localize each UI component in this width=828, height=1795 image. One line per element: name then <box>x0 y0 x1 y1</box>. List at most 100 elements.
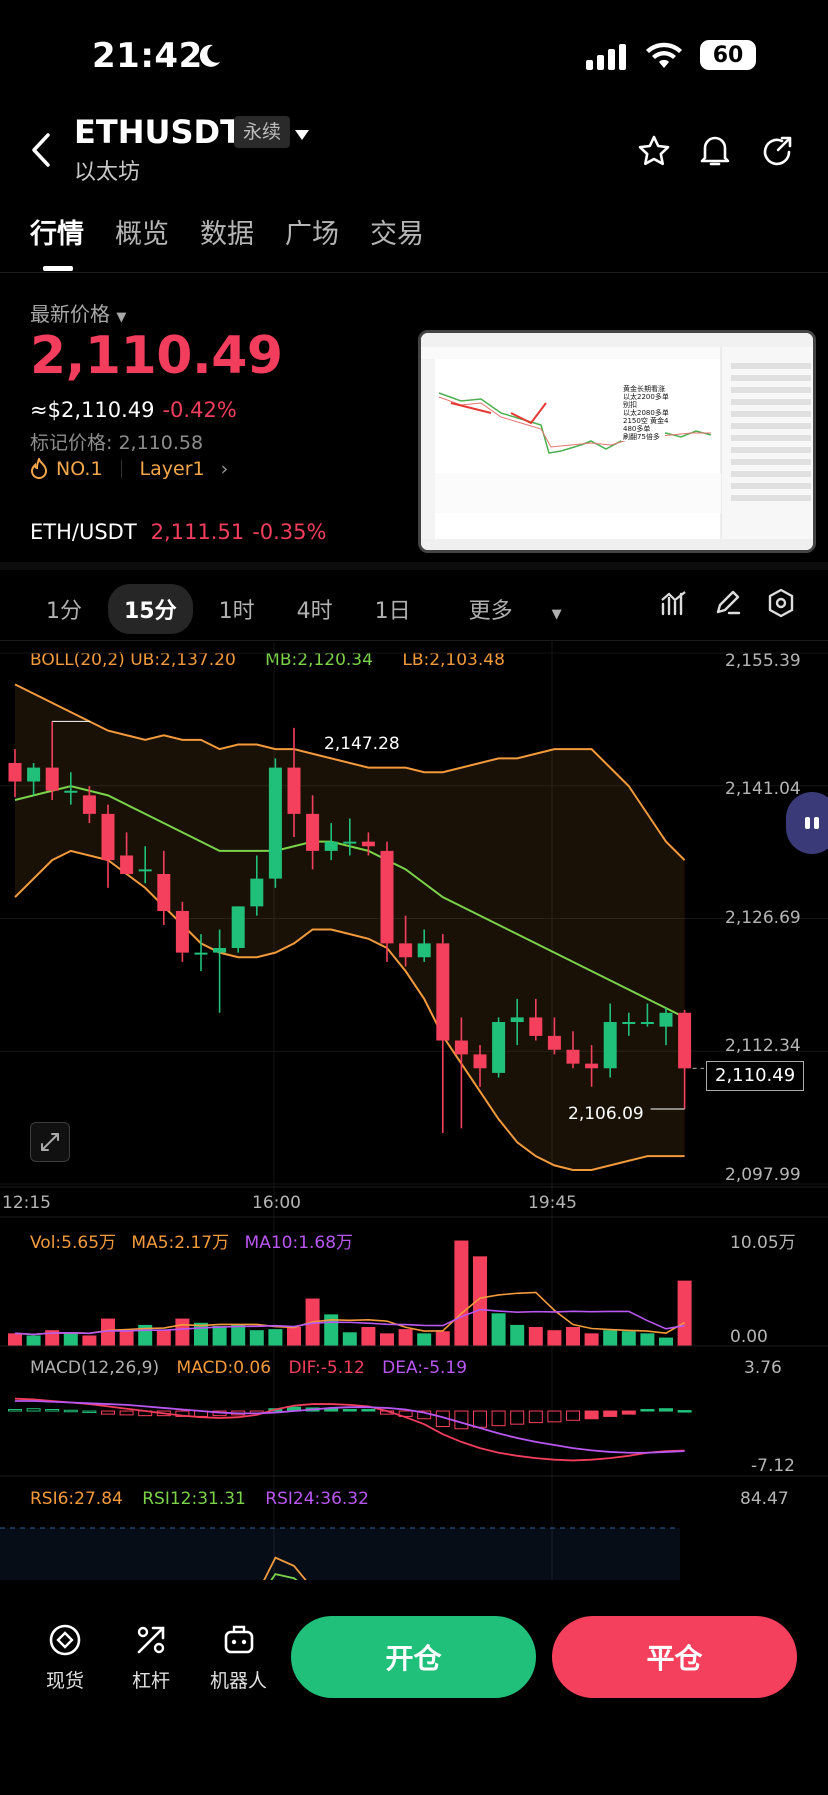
volume-bar <box>361 1327 376 1346</box>
candle-body <box>399 943 413 958</box>
draw-pencil-icon[interactable] <box>714 588 742 620</box>
usd-price: ≈$2,110.49 <box>30 398 155 422</box>
candle-body <box>120 855 134 875</box>
rank-row[interactable]: NO.1 Layer1 › <box>30 458 228 480</box>
tab-market[interactable]: 行情 <box>30 212 84 251</box>
price-chart[interactable] <box>0 640 828 1580</box>
pair-name: ETH/USDT <box>30 520 137 544</box>
macd-value: MACD:0.06 <box>176 1358 272 1378</box>
pip-note: 2150空 黄金4 <box>623 416 669 425</box>
volume-bar <box>603 1330 618 1346</box>
candle-body <box>492 1022 506 1073</box>
volume-bar <box>82 1335 97 1346</box>
fullscreen-button[interactable] <box>30 1122 70 1162</box>
spot-label: 现货 <box>46 1670 85 1692</box>
candle-body <box>510 1017 524 1023</box>
candle-body <box>361 841 375 847</box>
macd-hist-bar <box>101 1410 115 1415</box>
macd-hist-bar <box>342 1408 357 1412</box>
candle-body <box>566 1049 580 1064</box>
vol-axis-bottom: 0.00 <box>730 1327 768 1347</box>
share-icon[interactable] <box>760 134 794 172</box>
candle-body <box>45 767 59 791</box>
volume-bar <box>677 1280 692 1346</box>
battery-indicator: 60 <box>700 40 756 70</box>
leverage-button[interactable]: 杠杆 <box>132 1622 170 1693</box>
macd-hist-bar <box>45 1408 60 1412</box>
candle-body <box>101 813 115 861</box>
moon-icon <box>196 42 222 72</box>
section-divider <box>0 562 828 570</box>
symbol-title[interactable]: ETHUSDT <box>74 113 242 151</box>
candle-body <box>138 869 152 872</box>
open-position-button[interactable]: 开仓 <box>291 1616 536 1698</box>
volume-bar <box>528 1327 543 1346</box>
macd-hist-bar <box>361 1408 376 1412</box>
rank-divider <box>120 460 122 478</box>
back-icon[interactable] <box>30 132 52 172</box>
bell-icon[interactable] <box>699 132 731 172</box>
volume-legend: Vol:5.65万 MA5:2.17万 MA10:1.68万 <box>30 1228 353 1253</box>
volume-bar <box>491 1313 506 1346</box>
star-icon[interactable] <box>637 134 671 172</box>
bot-button[interactable]: 机器人 <box>210 1622 267 1693</box>
x-tick: 19:45 <box>528 1193 577 1213</box>
usd-price-line: ≈$2,110.49 -0.42% <box>30 398 237 422</box>
header-divider <box>0 272 828 273</box>
signal-icon <box>586 44 630 74</box>
robot-icon <box>224 1625 253 1654</box>
main-tabs: 行情 概览 数据 广场 交易 <box>30 212 424 251</box>
macd-hist-bar <box>677 1410 692 1413</box>
pip-chart-thumbnail[interactable]: 黄金长期看涨 以太2200多单 别扣 以太2080多单 2150空 黄金4 48… <box>418 330 816 553</box>
rsi-axis-top: 84.47 <box>740 1489 789 1509</box>
candle-body <box>8 762 22 782</box>
macd-hist-bar <box>566 1410 580 1421</box>
candle-body <box>306 813 320 851</box>
interval-more[interactable]: 更多 ▼ <box>437 584 594 634</box>
y-tick: 2,097.99 <box>725 1165 801 1185</box>
candle-body <box>175 911 189 953</box>
candle-body <box>473 1054 487 1069</box>
interval-4h[interactable]: 4时 <box>281 584 349 634</box>
macd-hist-bar <box>603 1410 618 1417</box>
x-tick: 12:15 <box>2 1193 51 1213</box>
tab-square[interactable]: 广场 <box>285 212 339 251</box>
pip-note: 刷翻75倍多 <box>623 432 660 441</box>
chevron-down-icon[interactable] <box>294 126 310 145</box>
volume-bar <box>8 1333 22 1346</box>
close-position-button[interactable]: 平仓 <box>552 1616 797 1698</box>
flame-icon <box>30 458 48 479</box>
tab-overview[interactable]: 概览 <box>115 212 169 251</box>
macd-hist-bar <box>454 1410 469 1430</box>
macd-hist-bar <box>119 1410 134 1416</box>
indicator-icon[interactable] <box>660 590 688 620</box>
tab-trade[interactable]: 交易 <box>370 212 424 251</box>
interval-15m[interactable]: 15分 <box>108 584 193 634</box>
latest-price-label[interactable]: 最新价格 ▼ <box>30 298 126 327</box>
candle-body <box>585 1063 599 1069</box>
spot-button[interactable]: 现货 <box>46 1622 84 1693</box>
volume-bar <box>119 1331 134 1346</box>
candle-body <box>436 943 450 1041</box>
candle-body <box>380 850 394 944</box>
contract-type-badge: 永续 <box>234 116 291 148</box>
macd-hist-bar <box>8 1408 22 1412</box>
vol-ma10: MA10:1.68万 <box>244 1233 354 1253</box>
coin-name: 以太坊 <box>74 160 141 185</box>
settings-icon[interactable] <box>767 588 795 622</box>
pip-note: 以太2200多单 <box>623 392 669 401</box>
rsi-zone <box>0 1528 680 1580</box>
bot-label: 机器人 <box>210 1670 268 1692</box>
interval-1d[interactable]: 1日 <box>359 584 427 634</box>
tab-data[interactable]: 数据 <box>200 212 254 251</box>
volume-bar <box>380 1333 394 1346</box>
volume-bar <box>510 1324 525 1346</box>
candle-body <box>603 1022 617 1069</box>
floating-pause-button[interactable] <box>786 792 828 854</box>
interval-1h[interactable]: 1时 <box>203 584 271 634</box>
rsi12: RSI12:31.31 <box>142 1489 246 1509</box>
category-tag: Layer1 <box>139 458 205 480</box>
interval-1m[interactable]: 1分 <box>30 584 98 634</box>
candle-body <box>678 1012 692 1069</box>
candle-body <box>82 795 96 814</box>
